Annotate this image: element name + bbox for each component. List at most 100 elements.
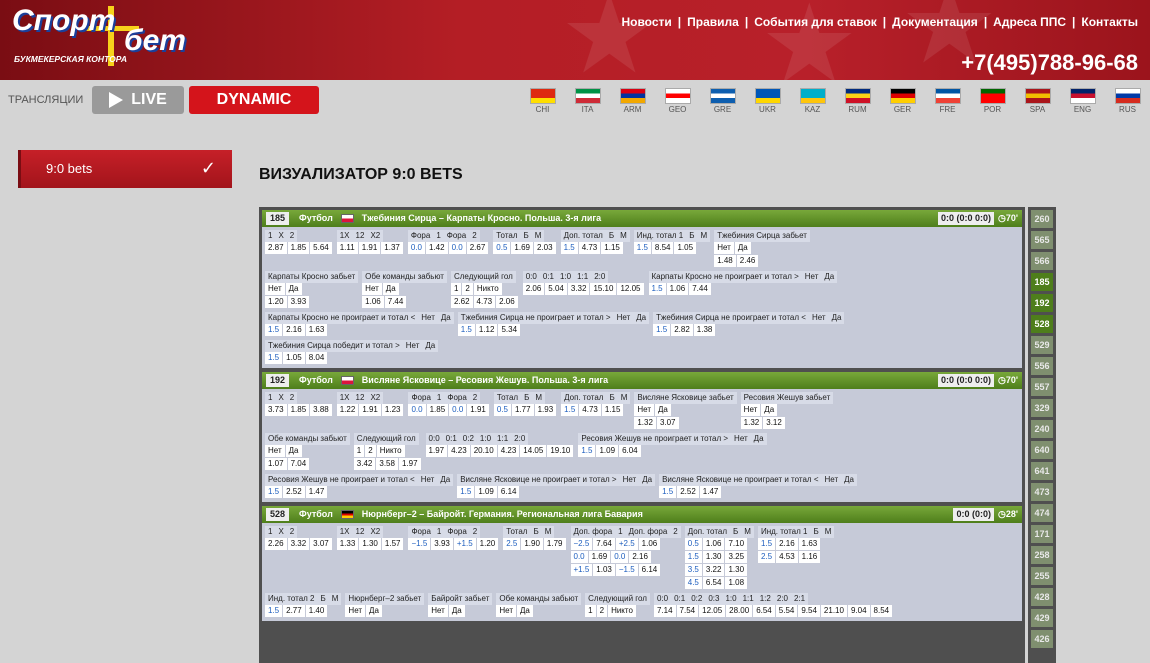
language-geo[interactable]: GEO bbox=[655, 88, 700, 115]
odds-cell[interactable]: 2.77 bbox=[283, 605, 306, 618]
event-number[interactable]: 428 bbox=[1031, 588, 1053, 606]
odds-cell[interactable]: 1.5 bbox=[265, 605, 284, 618]
odds-cell[interactable]: 1.12 bbox=[475, 324, 499, 337]
dynamic-button[interactable]: DYNAMIC bbox=[189, 86, 319, 114]
odds-cell[interactable]: 1.5 bbox=[265, 486, 284, 499]
odds-cell[interactable]: 6.14 bbox=[638, 564, 662, 577]
odds-cell[interactable]: 14.05 bbox=[520, 445, 548, 458]
event-number[interactable]: 556 bbox=[1031, 357, 1053, 375]
language-rum[interactable]: RUM bbox=[835, 88, 880, 115]
odds-cell[interactable]: Да bbox=[382, 283, 400, 296]
odds-cell[interactable]: 7.54 bbox=[676, 605, 700, 618]
odds-cell[interactable]: 0.5 bbox=[493, 404, 512, 417]
odds-cell[interactable]: Нет bbox=[496, 605, 517, 618]
odds-cell[interactable]: 8.54 bbox=[651, 242, 675, 255]
odds-cell[interactable]: 3.32 bbox=[567, 283, 591, 296]
odds-cell[interactable]: 3.42 bbox=[353, 458, 377, 471]
odds-cell[interactable]: 1.5 bbox=[265, 352, 284, 365]
odds-cell[interactable]: Нет bbox=[740, 404, 762, 417]
odds-cell[interactable]: 1.23 bbox=[381, 404, 405, 417]
event-number[interactable]: 426 bbox=[1031, 630, 1053, 648]
odds-cell[interactable]: 2.5 bbox=[503, 538, 522, 551]
odds-cell[interactable]: 3.58 bbox=[376, 458, 399, 471]
odds-cell[interactable]: 1.91 bbox=[467, 404, 490, 417]
odds-cell[interactable]: 7.14 bbox=[653, 605, 677, 618]
event-number[interactable]: 473 bbox=[1031, 483, 1053, 501]
odds-cell[interactable]: 5.64 bbox=[310, 242, 333, 255]
odds-cell[interactable]: +1.5 bbox=[570, 564, 594, 577]
odds-cell[interactable]: 2 bbox=[596, 605, 609, 618]
odds-cell[interactable]: 3.32 bbox=[287, 538, 311, 551]
nav-link[interactable]: Адреса ППС bbox=[993, 14, 1066, 30]
odds-cell[interactable]: 1.09 bbox=[475, 486, 498, 499]
odds-cell[interactable]: 1.47 bbox=[305, 486, 329, 499]
odds-cell[interactable]: 1.30 bbox=[702, 551, 726, 564]
odds-cell[interactable]: 1.06 bbox=[638, 538, 662, 551]
event-number[interactable]: 566 bbox=[1031, 252, 1053, 270]
odds-cell[interactable]: 1.22 bbox=[336, 404, 360, 417]
odds-cell[interactable]: 0.5 bbox=[684, 538, 703, 551]
odds-cell[interactable]: 1.06 bbox=[362, 296, 385, 309]
event-number[interactable]: 329 bbox=[1031, 399, 1053, 417]
odds-cell[interactable]: 0.0 bbox=[570, 551, 589, 564]
match-header[interactable]: 192 Футбол Висляне Ясковице – Ресовия Жешу… bbox=[262, 372, 1022, 389]
odds-cell[interactable]: 0.0 bbox=[611, 551, 630, 564]
nav-link[interactable]: Документация bbox=[892, 14, 978, 30]
odds-cell[interactable]: −1.5 bbox=[408, 538, 432, 551]
odds-cell[interactable]: 1.20 bbox=[265, 296, 288, 309]
odds-cell[interactable]: 1.90 bbox=[521, 538, 544, 551]
odds-cell[interactable]: 6.04 bbox=[619, 445, 642, 458]
odds-cell[interactable]: 1.16 bbox=[798, 551, 822, 564]
odds-cell[interactable]: 5.04 bbox=[545, 283, 568, 296]
odds-cell[interactable]: 1.5 bbox=[653, 324, 672, 337]
odds-cell[interactable]: 4.73 bbox=[473, 296, 497, 309]
odds-cell[interactable]: 3.93 bbox=[287, 296, 311, 309]
odds-cell[interactable]: 1 bbox=[450, 283, 463, 296]
odds-cell[interactable]: 2 bbox=[365, 445, 377, 458]
event-number[interactable]: 240 bbox=[1031, 420, 1053, 438]
event-number[interactable]: 258 bbox=[1031, 546, 1053, 564]
odds-cell[interactable]: 7.64 bbox=[593, 538, 616, 551]
odds-cell[interactable]: 2.16 bbox=[283, 324, 306, 337]
odds-cell[interactable]: 1.09 bbox=[596, 445, 620, 458]
language-ukr[interactable]: UKR bbox=[745, 88, 790, 115]
match-header[interactable]: 528 Футбол Нюрнберг–2 – Байройт. Германия.… bbox=[262, 506, 1022, 523]
odds-cell[interactable]: 6.54 bbox=[753, 605, 776, 618]
odds-cell[interactable]: 0.0 bbox=[407, 242, 426, 255]
odds-cell[interactable]: 1.06 bbox=[702, 538, 726, 551]
odds-cell[interactable]: 2.46 bbox=[736, 255, 760, 268]
odds-cell[interactable]: 1.85 bbox=[287, 242, 311, 255]
odds-cell[interactable]: 3.12 bbox=[763, 417, 786, 430]
odds-cell[interactable]: −1.5 bbox=[615, 564, 639, 577]
nav-link[interactable]: Контакты bbox=[1081, 14, 1138, 30]
odds-cell[interactable]: 12.05 bbox=[699, 605, 727, 618]
odds-cell[interactable]: 1.5 bbox=[265, 324, 284, 337]
nav-link[interactable]: Новости bbox=[621, 14, 671, 30]
odds-cell[interactable]: 1.05 bbox=[283, 352, 306, 365]
event-number[interactable]: 641 bbox=[1031, 462, 1053, 480]
odds-cell[interactable]: 2.67 bbox=[466, 242, 490, 255]
odds-cell[interactable]: Да bbox=[516, 605, 534, 618]
odds-cell[interactable]: Да bbox=[285, 445, 303, 458]
odds-cell[interactable]: 1.40 bbox=[305, 605, 329, 618]
odds-cell[interactable]: 1.85 bbox=[426, 404, 450, 417]
odds-cell[interactable]: 1.97 bbox=[425, 445, 449, 458]
odds-cell[interactable]: 1.11 bbox=[336, 242, 359, 255]
language-rus[interactable]: RUS bbox=[1105, 88, 1150, 115]
odds-cell[interactable]: 1.79 bbox=[543, 538, 567, 551]
event-number[interactable]: 260 bbox=[1031, 210, 1053, 228]
odds-cell[interactable]: 1.48 bbox=[714, 255, 737, 268]
odds-cell[interactable]: 2.03 bbox=[533, 242, 557, 255]
odds-cell[interactable]: 1.63 bbox=[305, 324, 329, 337]
event-number[interactable]: 192 bbox=[1031, 294, 1053, 312]
odds-cell[interactable]: 1.93 bbox=[534, 404, 558, 417]
odds-cell[interactable]: 8.54 bbox=[870, 605, 894, 618]
odds-cell[interactable]: 1 bbox=[353, 445, 366, 458]
odds-cell[interactable]: +1.5 bbox=[453, 538, 477, 551]
odds-cell[interactable]: 3.07 bbox=[310, 538, 333, 551]
language-ger[interactable]: GER bbox=[880, 88, 925, 115]
odds-cell[interactable]: 3.07 bbox=[656, 417, 680, 430]
odds-cell[interactable]: 1.20 bbox=[476, 538, 500, 551]
match-header[interactable]: 185 Футбол Тжебиния Сирца – Карпаты Кросно… bbox=[262, 210, 1022, 227]
odds-cell[interactable]: 1.32 bbox=[634, 417, 657, 430]
